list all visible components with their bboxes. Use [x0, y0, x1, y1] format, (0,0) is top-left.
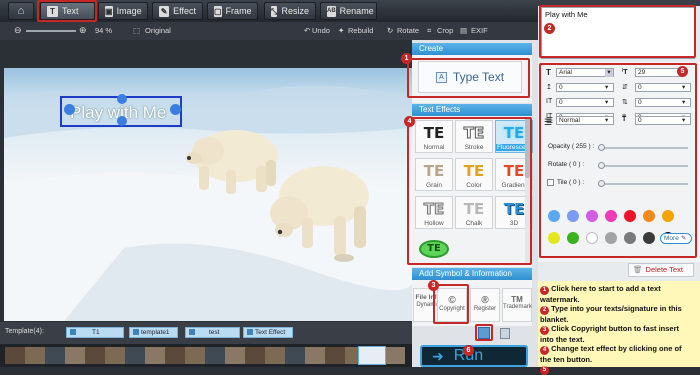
template-item[interactable]: T1: [66, 327, 124, 338]
instruction-item: 5: [540, 364, 690, 375]
rebuild-button[interactable]: Rebuild: [348, 26, 373, 35]
trademark-button[interactable]: TM Trademark: [502, 288, 532, 322]
crop-button[interactable]: Crop: [437, 26, 453, 35]
watermark-selection-box[interactable]: Play with Me: [60, 94, 182, 127]
zoom-level: 94 %: [95, 26, 113, 35]
undo-button[interactable]: Undo: [312, 26, 330, 35]
template-icon: [247, 329, 253, 335]
template-icon: [70, 329, 76, 335]
home-button[interactable]: ⌂: [8, 2, 34, 20]
tab-image[interactable]: ▣ Image: [98, 2, 148, 20]
frame-icon: ▢: [214, 5, 222, 17]
original-size-icon[interactable]: ⬚: [133, 26, 140, 35]
step-badge-4: 4: [404, 116, 415, 127]
highlight-text-tab: [37, 0, 97, 22]
highlight-save-template: [475, 324, 493, 341]
trash-icon: 🗑: [633, 265, 643, 274]
crop-icon[interactable]: ⌗: [427, 26, 431, 36]
symbol-header: Add Symbol & Information: [412, 268, 532, 280]
tab-rename[interactable]: AB Rename: [320, 2, 377, 20]
zoom-out-icon[interactable]: ⊖: [14, 25, 22, 36]
image-icon: ▣: [105, 5, 113, 17]
undo-icon[interactable]: ↶: [304, 26, 310, 35]
thumbnail-selected[interactable]: [358, 346, 386, 365]
highlight-type-text: [407, 58, 530, 98]
step-badge-2: 2: [544, 23, 555, 34]
run-icon: ➜: [432, 347, 444, 364]
photo-canvas[interactable]: Play with Me: [4, 68, 412, 321]
step-badge-1: 1: [401, 53, 412, 64]
register-button[interactable]: ® Register: [470, 288, 500, 322]
step-badge-5: 5: [677, 66, 688, 77]
rename-icon: AB: [327, 5, 336, 17]
template-item[interactable]: template1: [129, 327, 178, 338]
instruction-list: 1 Click here to start to add a text wate…: [540, 284, 690, 375]
instruction-item: 2 Type into your texts/signature in this…: [540, 304, 682, 324]
tab-resize[interactable]: ⤡ Resize: [264, 2, 316, 20]
template-item[interactable]: test: [185, 327, 240, 338]
thumbnail-strip[interactable]: [0, 344, 412, 367]
polar-bear-left: [186, 130, 278, 194]
text-effects-header: Text Effects: [412, 104, 532, 116]
original-label[interactable]: Original: [145, 26, 171, 35]
run-button[interactable]: ➜ Run: [420, 345, 528, 367]
step-badge-3: 3: [428, 280, 439, 291]
tab-effect[interactable]: ✎ Effect: [152, 2, 203, 20]
template-icon: [133, 329, 139, 335]
resize-handle-right[interactable]: [170, 104, 181, 115]
effect-icon: ✎: [159, 5, 170, 17]
resize-icon: ⤡: [271, 5, 278, 17]
highlight-text-properties: [539, 63, 697, 258]
thumbnail-images[interactable]: [5, 347, 405, 364]
instruction-item: 3 Click Copyright button to fast insert …: [540, 324, 680, 344]
instruction-notes: 1 Click here to start to add a text wate…: [538, 281, 700, 375]
rotate-icon[interactable]: ↻: [387, 26, 393, 35]
resize-handle-bottom[interactable]: [117, 116, 127, 126]
rotate-button[interactable]: Rotate: [397, 26, 419, 35]
resize-handle-top[interactable]: [117, 94, 127, 104]
highlight-text-effects: [407, 117, 532, 265]
manage-template-icon[interactable]: [500, 328, 510, 339]
instruction-item: 4 Change text effect by clicking one of …: [540, 344, 682, 364]
view-toolbar: ⊖ ⊕ 94 % ⬚ Original ↶ Undo ✦ Rebuild ↻ R…: [0, 22, 538, 40]
highlight-copyright: [433, 284, 469, 324]
create-header: Create: [412, 43, 532, 55]
exif-button[interactable]: EXIF: [471, 26, 488, 35]
exif-icon[interactable]: ▤: [460, 26, 467, 35]
instruction-item: 1 Click here to start to add a text wate…: [540, 284, 661, 304]
rebuild-icon[interactable]: ✦: [338, 26, 344, 35]
zoom-in-icon[interactable]: ⊕: [79, 25, 87, 36]
template-item[interactable]: Text Effect ...: [243, 327, 293, 346]
zoom-slider[interactable]: [26, 30, 76, 32]
step-badge-6: 6: [463, 345, 474, 356]
template-icon: [189, 329, 195, 335]
resize-handle-left[interactable]: [64, 104, 75, 115]
home-icon: ⌂: [17, 5, 25, 17]
highlight-text-input: [539, 5, 696, 58]
delete-text-button[interactable]: 🗑 Delete Text: [628, 263, 694, 277]
tab-frame[interactable]: ▢ Frame: [207, 2, 258, 20]
template-count-label: Template(4):: [5, 328, 44, 335]
